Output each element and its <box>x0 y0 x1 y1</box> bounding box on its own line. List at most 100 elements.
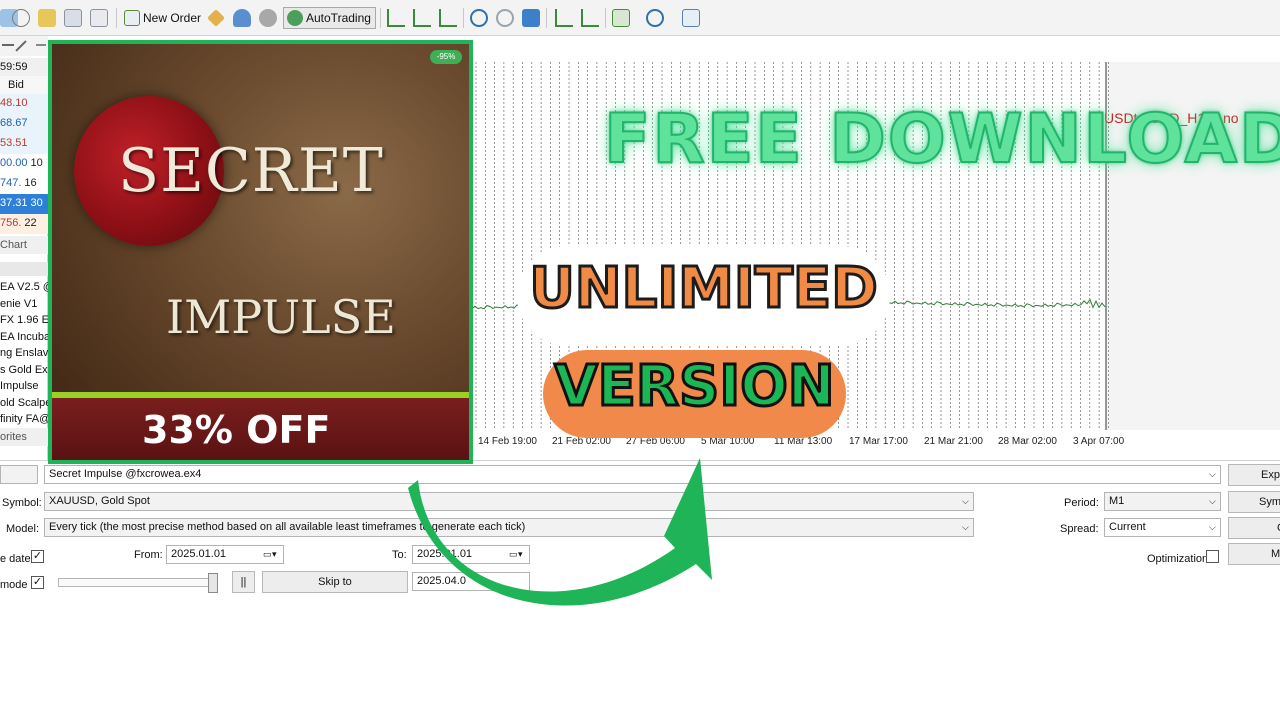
chevron-down-icon: ⌵ <box>1209 522 1216 532</box>
ad-subtitle: IMPULSE <box>166 290 396 344</box>
period-select[interactable]: M1 ⌵ <box>1104 492 1221 511</box>
use-date-checkbox[interactable]: ✓ <box>31 550 44 563</box>
new-order-label: New Order <box>143 11 202 25</box>
bid-value: 747. <box>0 177 22 189</box>
optimization-checkbox[interactable] <box>1206 550 1219 563</box>
templates-icon[interactable] <box>682 9 700 27</box>
bar-chart-icon[interactable] <box>387 9 405 27</box>
screen: New Order AutoTrading 59:59 Bid 48.10 68… <box>0 0 1280 720</box>
terminal-icon[interactable] <box>233 9 251 27</box>
indicators-icon[interactable] <box>612 9 630 27</box>
tile-windows-icon[interactable] <box>522 9 540 27</box>
ask-value: 22 <box>24 217 37 229</box>
symbol-label: Symbol: <box>2 497 42 509</box>
periods-clock-icon[interactable] <box>646 9 664 27</box>
curved-arrow-icon <box>408 458 712 606</box>
data-window-icon[interactable] <box>90 9 108 27</box>
speed-slider-thumb[interactable] <box>208 573 218 593</box>
navigator-item[interactable]: FX 1.96 EA <box>0 311 48 329</box>
favorites-folder-icon[interactable] <box>38 9 56 27</box>
market-watch-row[interactable]: 48.10 <box>0 94 48 114</box>
line-studies-toolbar <box>0 36 48 56</box>
time-axis-label: 21 Mar 21:00 <box>924 436 983 447</box>
time-axis-label: 17 Mar 17:00 <box>849 436 908 447</box>
symbol-properties-button[interactable]: Sym <box>1228 491 1280 513</box>
market-watch-panel: 59:59 Bid 48.10 68.67 53.51 00.00 10 747. 16 37… <box>0 58 48 468</box>
bid-value: 756. <box>0 217 22 229</box>
favorites-tab-label: orites <box>0 431 27 443</box>
navigator-item[interactable]: Impulse <box>0 377 48 395</box>
autotrading-button[interactable]: AutoTrading <box>283 7 376 29</box>
expert-value: Secret Impulse @fxcrowea.ex4 <box>49 468 202 480</box>
horizontal-line-icon[interactable] <box>2 44 14 46</box>
ask-value: 16 <box>24 177 37 189</box>
skip-to-button[interactable]: Skip to <box>262 571 408 593</box>
optimization-label: Optimization <box>1147 553 1209 565</box>
symbol-properties-label: Sym <box>1259 496 1280 508</box>
market-watch-time: 59:59 <box>0 58 48 76</box>
from-label: From: <box>134 549 163 561</box>
zoom-out-icon[interactable] <box>496 9 514 27</box>
line-chart-icon[interactable] <box>439 9 457 27</box>
navigator-item[interactable]: old Scalpe <box>0 394 48 412</box>
spread-value: Current <box>1109 521 1146 533</box>
expert-properties-button[interactable]: Exp <box>1228 464 1280 486</box>
bid-value: 68.67 <box>0 117 28 129</box>
model-label: Model: <box>6 523 40 535</box>
navigator-item[interactable]: ng Enslav <box>0 344 48 362</box>
speed-slider-track[interactable] <box>58 578 218 587</box>
version-text: VERSION <box>553 353 836 421</box>
navigator-item[interactable]: finity FA@ <box>0 410 48 428</box>
bid-value: 00.00 <box>0 157 28 169</box>
market-globe-icon[interactable] <box>259 9 277 27</box>
market-watch-row[interactable]: 00.00 10 <box>0 154 48 174</box>
chart-tab[interactable]: Chart <box>0 236 48 254</box>
period-value: M1 <box>1109 495 1125 507</box>
pause-button[interactable]: || <box>232 571 255 593</box>
visual-mode-checkbox[interactable]: ✓ <box>31 576 44 589</box>
modify-expert-button[interactable]: M <box>1228 543 1280 565</box>
navigator-item[interactable]: s Gold Exp <box>0 361 48 379</box>
open-chart-button[interactable]: C <box>1228 517 1280 539</box>
main-toolbar: New Order AutoTrading <box>0 0 1280 36</box>
market-watch-row[interactable]: 53.51 <box>0 134 48 154</box>
chart-tab-label: Chart <box>0 239 27 251</box>
unlimited-text: UNLIMITED <box>528 255 879 323</box>
autotrading-icon <box>287 10 303 26</box>
modify-expert-label: M <box>1271 548 1280 560</box>
free-download-banner: FREE DOWNLOAD <box>603 99 1280 180</box>
from-date-field[interactable]: 2025.01.01 ▭ ▾ <box>166 545 284 564</box>
favorites-tab[interactable]: orites <box>0 428 48 446</box>
navigator-item[interactable]: EA Incuba <box>0 328 48 346</box>
bid-value: 48.10 <box>0 97 28 109</box>
crosshair-icon[interactable] <box>12 9 30 27</box>
new-order-icon <box>124 10 140 26</box>
spread-select[interactable]: Current ⌵ <box>1104 518 1221 537</box>
market-watch-row[interactable]: 68.67 <box>0 114 48 134</box>
skip-to-label: Skip to <box>318 576 352 588</box>
channel-icon[interactable] <box>36 44 46 46</box>
autotrading-label: AutoTrading <box>306 11 371 25</box>
trendline-icon[interactable] <box>15 40 27 52</box>
chevron-down-icon: ⌵ <box>962 496 969 506</box>
pause-label: || <box>240 576 247 588</box>
bid-column-header[interactable]: Bid <box>0 76 48 94</box>
zoom-in-icon[interactable] <box>470 9 488 27</box>
metaeditor-icon[interactable] <box>207 9 225 27</box>
ask-value: 30 <box>30 197 43 209</box>
calendar-icon: ▭ <box>263 549 272 559</box>
market-watch-row[interactable]: 37.31 30 <box>0 194 48 214</box>
ad-title: SECRET <box>118 136 384 206</box>
navigator-item[interactable]: enie V1 <box>0 295 48 313</box>
market-watch-row[interactable]: 756. 22 <box>0 214 48 234</box>
tester-type-select[interactable] <box>0 465 38 484</box>
chevron-down-icon: ⌵ <box>962 522 969 532</box>
chart-shift-icon[interactable] <box>555 9 573 27</box>
autoscroll-icon[interactable] <box>581 9 599 27</box>
new-order-button[interactable]: New Order <box>120 7 206 29</box>
candlestick-icon[interactable] <box>413 9 431 27</box>
navigator-item[interactable]: EA V2.5 @ <box>0 278 48 296</box>
market-watch-row[interactable]: 747. 16 <box>0 174 48 194</box>
chevron-down-icon: ⌵ <box>1209 469 1216 479</box>
navigator-window-icon[interactable] <box>64 9 82 27</box>
